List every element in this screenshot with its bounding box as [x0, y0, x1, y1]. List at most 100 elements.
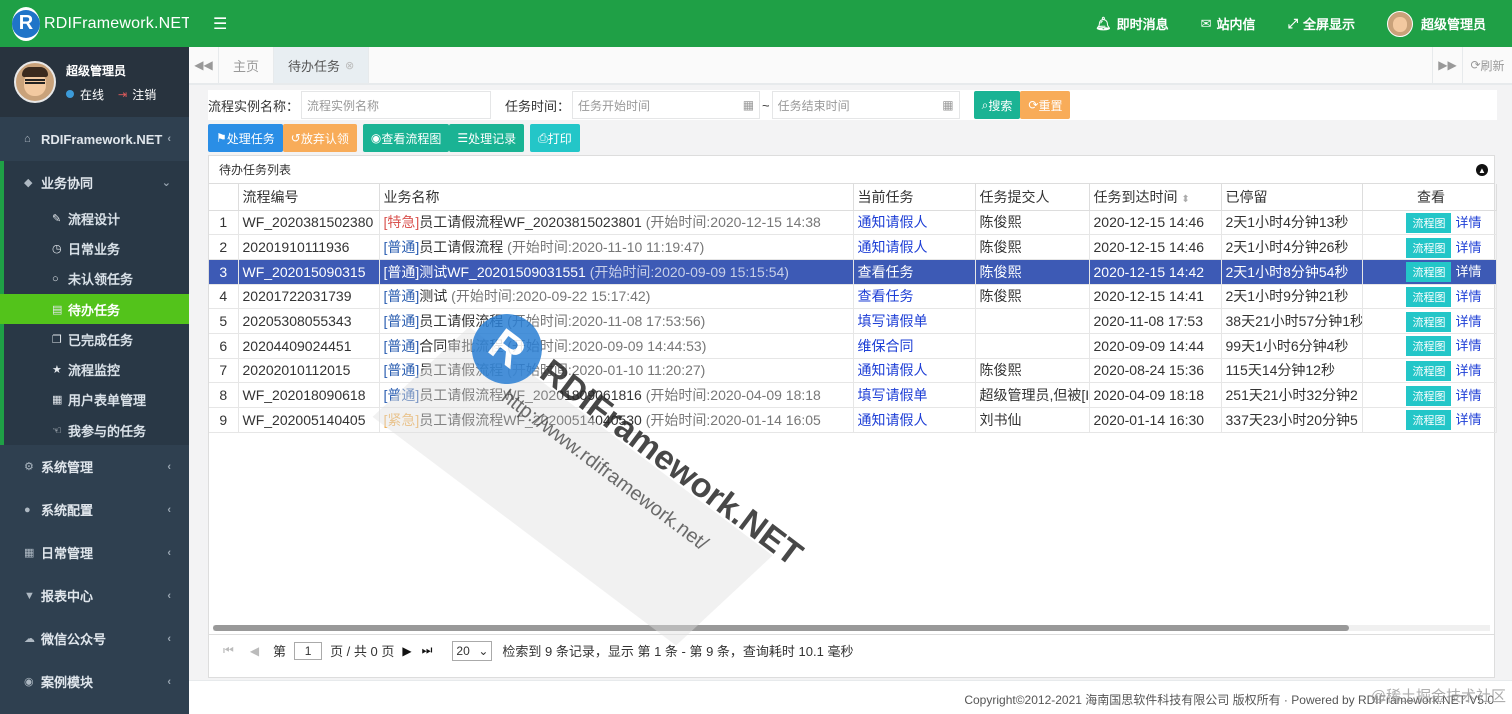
tab-todo[interactable]: 待办任务 ⊗ — [274, 47, 370, 83]
detail-link[interactable]: 详情 — [1455, 338, 1481, 353]
tab-scroll-left-icon[interactable]: ◀◀ — [189, 47, 219, 83]
flowchart-button[interactable]: 流程图 — [1406, 410, 1452, 431]
horizontal-scrollbar[interactable] — [213, 625, 1490, 631]
flowchart-button[interactable]: 流程图 — [1406, 385, 1452, 406]
sidebar-item-cases[interactable]: ◉ 案例模块 ‹ — [0, 660, 189, 703]
notify-link[interactable]: 🔔︎ 即时消息 — [1095, 14, 1169, 33]
instance-name-input[interactable]: 流程实例名称 — [301, 91, 492, 119]
flow-code: WF_202018090618 — [238, 382, 380, 408]
logout-link[interactable]: 注销 — [132, 86, 156, 103]
col-arrival-label: 任务到达时间 — [1093, 188, 1178, 205]
tab-scroll-right-icon[interactable]: ▶▶ — [1432, 47, 1462, 83]
detail-link[interactable]: 详情 — [1455, 363, 1481, 378]
fullscreen-link[interactable]: ⤢ 全屏显示 — [1288, 14, 1355, 33]
table-header: 流程编号 业务名称 当前任务 任务提交人 任务到达时间 ⬍ 已停留 查看 — [209, 184, 1497, 211]
sidebar-item-reports[interactable]: ▼ 报表中心 ‹ — [0, 574, 189, 617]
sidebar-item-monitor[interactable]: ★ 流程监控 — [4, 354, 189, 384]
tab-home[interactable]: 主页 — [219, 47, 275, 83]
sidebar-group-collaboration[interactable]: ◆ 业务协同 ⌄ — [0, 161, 189, 203]
refresh-button[interactable]: ⟳ 刷新 — [1462, 47, 1512, 83]
sidebar-item-daily-admin[interactable]: ▦ 日常管理 ‹ — [0, 531, 189, 574]
current-task-link[interactable]: 维保合同 — [858, 338, 914, 354]
view-flowchart-button[interactable]: ◉ 查看流程图 — [362, 124, 450, 152]
end-time-input[interactable]: 任务结束时间 ▦ — [771, 91, 960, 119]
current-task-link[interactable]: 填写请假单 — [858, 313, 928, 329]
collapse-icon[interactable]: ▲ — [1476, 164, 1488, 176]
sidebar-item-wechat[interactable]: ☁ 微信公众号 ‹ — [0, 617, 189, 660]
sidebar-item-unclaimed[interactable]: ○ 未认领任务 — [4, 264, 189, 294]
current-task-link[interactable]: 通知请假人 — [858, 412, 928, 428]
current-task-link[interactable]: 通知请假人 — [858, 362, 928, 378]
detail-link[interactable]: 详情 — [1455, 240, 1481, 255]
current-task-link[interactable]: 查看任务 — [858, 288, 914, 304]
flowchart-button[interactable]: 流程图 — [1406, 212, 1452, 233]
table-row[interactable]: 2 20201910111936 [普通]员工请假流程 (开始时间:2020-11-… — [209, 234, 1497, 260]
sidebar-item-my-tasks[interactable]: ☜ 我参与的任务 — [4, 415, 189, 445]
sidebar-item-daily-business[interactable]: ◷ 日常业务 — [4, 233, 189, 263]
current-task-link[interactable]: 通知请假人 — [858, 239, 928, 255]
sidebar-item-rdiframework[interactable]: ⌂ RDIFramework.NET ‹ — [0, 117, 189, 161]
start-time-input[interactable]: 任务开始时间 ▦ — [572, 91, 761, 119]
col-business[interactable]: 业务名称 — [379, 184, 854, 211]
current-task-link[interactable]: 查看任务 — [858, 264, 914, 280]
sort-icon[interactable]: ⬍ — [1181, 194, 1189, 205]
logo[interactable]: R RDIFramework.NET — [0, 0, 191, 47]
sidebar-item-user-forms[interactable]: ▦ 用户表单管理 — [4, 385, 189, 415]
table-row[interactable]: 6 20204409024451 [普通]合同审批流程 (开始时间:2020-09-… — [209, 333, 1497, 359]
reset-button[interactable]: ⟳ 重置 — [1020, 91, 1071, 119]
detail-link[interactable]: 详情 — [1455, 314, 1481, 329]
table-row[interactable]: 7 20202010112015 [普通]员工请假流程 (开始时间:2020-01-… — [209, 358, 1497, 384]
avatar[interactable] — [14, 61, 56, 103]
flowchart-button[interactable]: 流程图 — [1406, 286, 1452, 307]
detail-link[interactable]: 详情 — [1455, 289, 1481, 304]
col-stay[interactable]: 已停留 — [1221, 184, 1363, 211]
table-row[interactable]: 4 20201722031739 [普通]测试 (开始时间:2020-09-22 1… — [209, 284, 1497, 310]
flowchart-button[interactable]: 流程图 — [1406, 262, 1452, 283]
first-page-icon[interactable]: ⏮ — [223, 643, 234, 658]
scrollbar-thumb[interactable] — [213, 625, 1349, 631]
current-task-link[interactable]: 通知请假人 — [858, 214, 928, 230]
flowchart-button[interactable]: 流程图 — [1406, 311, 1452, 332]
col-code[interactable]: 流程编号 — [238, 184, 380, 211]
print-button[interactable]: ⎙ 打印 — [530, 124, 580, 152]
col-arrival[interactable]: 任务到达时间 ⬍ — [1089, 184, 1222, 211]
last-page-icon[interactable]: ⏭ — [422, 643, 433, 658]
detail-link[interactable]: 详情 — [1455, 388, 1481, 403]
sidebar-item-todo[interactable]: ▤ 待办任务 — [0, 293, 189, 325]
prev-page-icon[interactable]: ◀ — [250, 644, 259, 658]
flowchart-button[interactable]: 流程图 — [1406, 237, 1452, 258]
col-current-task[interactable]: 当前任务 — [853, 184, 976, 211]
table-row[interactable]: 3 WF_202015090315 [普通]测试WF_20201509031551 … — [209, 259, 1497, 285]
close-icon[interactable]: ⊗ — [345, 59, 354, 72]
flowchart-button[interactable]: 流程图 — [1406, 360, 1452, 381]
detail-link[interactable]: 详情 — [1455, 215, 1481, 230]
table-row[interactable]: 9 WF_202005140405 [紧急]员工请假流程WF_20200514040… — [209, 407, 1497, 433]
inbox-link[interactable]: ✉ 站内信 — [1201, 14, 1256, 33]
table-row[interactable]: 8 WF_202018090618 [普通]员工请假流程WF_20201809061… — [209, 382, 1497, 408]
page-size-select[interactable]: 20 ⌄ — [452, 640, 493, 661]
flow-code: WF_2020381502380 — [238, 210, 380, 236]
col-submitter[interactable]: 任务提交人 — [975, 184, 1090, 211]
detail-link[interactable]: 详情 — [1455, 412, 1481, 427]
process-records-button[interactable]: ☰ 处理记录 — [449, 124, 525, 152]
flowchart-button[interactable]: 流程图 — [1406, 336, 1452, 357]
current-task-link[interactable]: 填写请假单 — [858, 387, 928, 403]
user-menu[interactable]: 超级管理员 — [1386, 10, 1486, 37]
sidebar-item-system-admin[interactable]: ⚙ 系统管理 ‹ — [0, 445, 189, 488]
sidebar-item-flow-design[interactable]: ✎ 流程设计 — [4, 203, 189, 233]
menu-toggle-icon[interactable]: ☰ — [213, 14, 227, 34]
page-input[interactable]: 1 — [294, 641, 323, 660]
detail-link[interactable]: 详情 — [1455, 264, 1481, 279]
submitter: 陈俊熙 — [975, 358, 1090, 384]
row-index: 4 — [209, 284, 239, 310]
table-row[interactable]: 1 WF_2020381502380 [特急]员工请假流程WF_2020381502… — [209, 210, 1497, 236]
table-row[interactable]: 5 20205308055343 [普通]员工请假流程 (开始时间:2020-11-… — [209, 308, 1497, 334]
logout-icon[interactable]: ⇥ — [118, 88, 127, 101]
sidebar-item-completed[interactable]: ❐ 已完成任务 — [4, 324, 189, 354]
home-icon: ⌂ — [24, 133, 31, 145]
abandon-claim-button[interactable]: ↺ 放弃认领 — [282, 124, 357, 152]
search-button[interactable]: ⌕ 搜索 — [973, 91, 1021, 119]
sidebar-item-system-config[interactable]: ● 系统配置 ‹ — [0, 488, 189, 531]
handle-task-button[interactable]: ⚑ 处理任务 — [208, 124, 283, 152]
next-page-icon[interactable]: ▶ — [402, 644, 411, 658]
